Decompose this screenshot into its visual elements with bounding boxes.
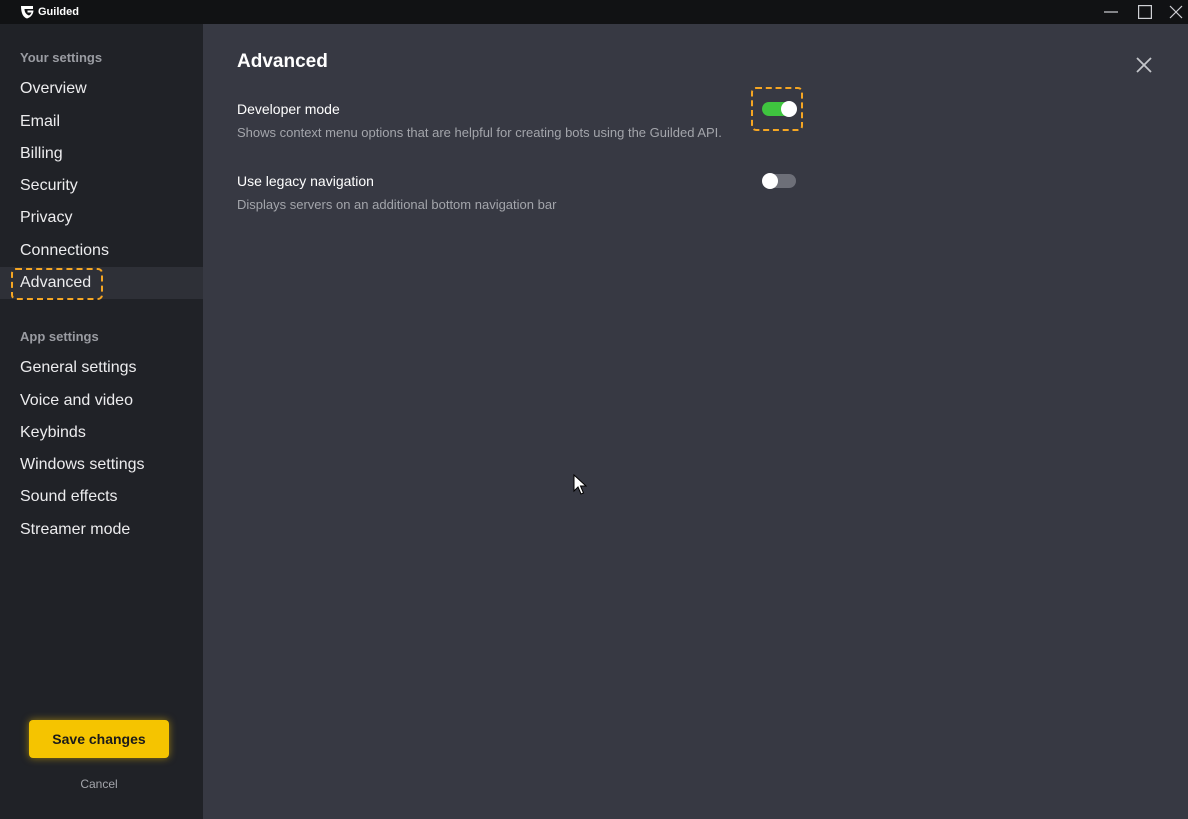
window-close-button[interactable] — [1161, 0, 1188, 24]
sidebar-item-privacy[interactable]: Privacy — [0, 202, 203, 234]
sidebar-item-label: Sound effects — [20, 488, 118, 505]
toggle-knob — [781, 101, 797, 117]
developer-mode-description: Shows context menu options that are help… — [237, 125, 722, 140]
legacy-navigation-toggle[interactable] — [762, 173, 796, 189]
sidebar-item-label: General settings — [20, 359, 137, 376]
sidebar-item-billing[interactable]: Billing — [0, 138, 203, 170]
your-settings-heading: Your settings — [20, 50, 103, 65]
guilded-logo-icon — [21, 6, 34, 19]
close-icon — [1169, 5, 1183, 19]
sidebar-item-voice-and-video[interactable]: Voice and video — [0, 385, 203, 417]
sidebar-item-label: Keybinds — [20, 424, 86, 441]
settings-sidebar: Your settings Overview Email Billing Sec… — [0, 24, 203, 819]
sidebar-item-connections[interactable]: Connections — [0, 235, 203, 267]
sidebar-item-advanced[interactable]: Advanced — [0, 267, 203, 300]
sidebar-item-label: Email — [20, 113, 61, 130]
sidebar-item-label: Billing — [20, 145, 63, 162]
sidebar-item-label: Advanced — [20, 274, 92, 291]
sidebar-item-label: Overview — [20, 80, 87, 97]
developer-mode-toggle[interactable] — [762, 101, 797, 117]
sidebar-item-email[interactable]: Email — [0, 106, 203, 138]
minimize-button[interactable] — [1096, 0, 1126, 24]
sidebar-item-general-settings[interactable]: General settings — [0, 352, 203, 384]
sidebar-item-windows-settings[interactable]: Windows settings — [0, 449, 203, 481]
minimize-icon — [1104, 11, 1118, 13]
sidebar-item-keybinds[interactable]: Keybinds — [0, 417, 203, 449]
page-title: Advanced — [237, 51, 328, 72]
sidebar-item-streamer-mode[interactable]: Streamer mode — [0, 514, 203, 546]
sidebar-item-label: Connections — [20, 242, 109, 259]
sidebar-item-overview[interactable]: Overview — [0, 73, 203, 105]
app-name: Guilded — [38, 6, 79, 18]
maximize-button[interactable] — [1130, 0, 1160, 24]
app-settings-heading: App settings — [20, 329, 99, 344]
toggle-knob — [762, 173, 778, 189]
sidebar-item-security[interactable]: Security — [0, 170, 203, 202]
legacy-navigation-description: Displays servers on an additional bottom… — [237, 197, 557, 212]
sidebar-item-sound-effects[interactable]: Sound effects — [0, 481, 203, 513]
maximize-icon — [1138, 5, 1152, 19]
mouse-pointer-icon — [573, 474, 587, 495]
sidebar-item-label: Privacy — [20, 209, 73, 226]
close-icon — [1136, 57, 1152, 73]
developer-mode-title: Developer mode — [237, 101, 340, 117]
save-changes-button[interactable]: Save changes — [29, 720, 169, 758]
sidebar-item-label: Security — [20, 177, 78, 194]
sidebar-item-label: Voice and video — [20, 392, 133, 409]
cancel-button[interactable]: Cancel — [0, 776, 198, 792]
title-bar: Guilded — [0, 0, 1188, 24]
close-settings-button[interactable] — [1131, 52, 1157, 78]
sidebar-item-label: Windows settings — [20, 456, 145, 473]
sidebar-item-label: Streamer mode — [20, 521, 131, 538]
legacy-navigation-title: Use legacy navigation — [237, 173, 374, 189]
